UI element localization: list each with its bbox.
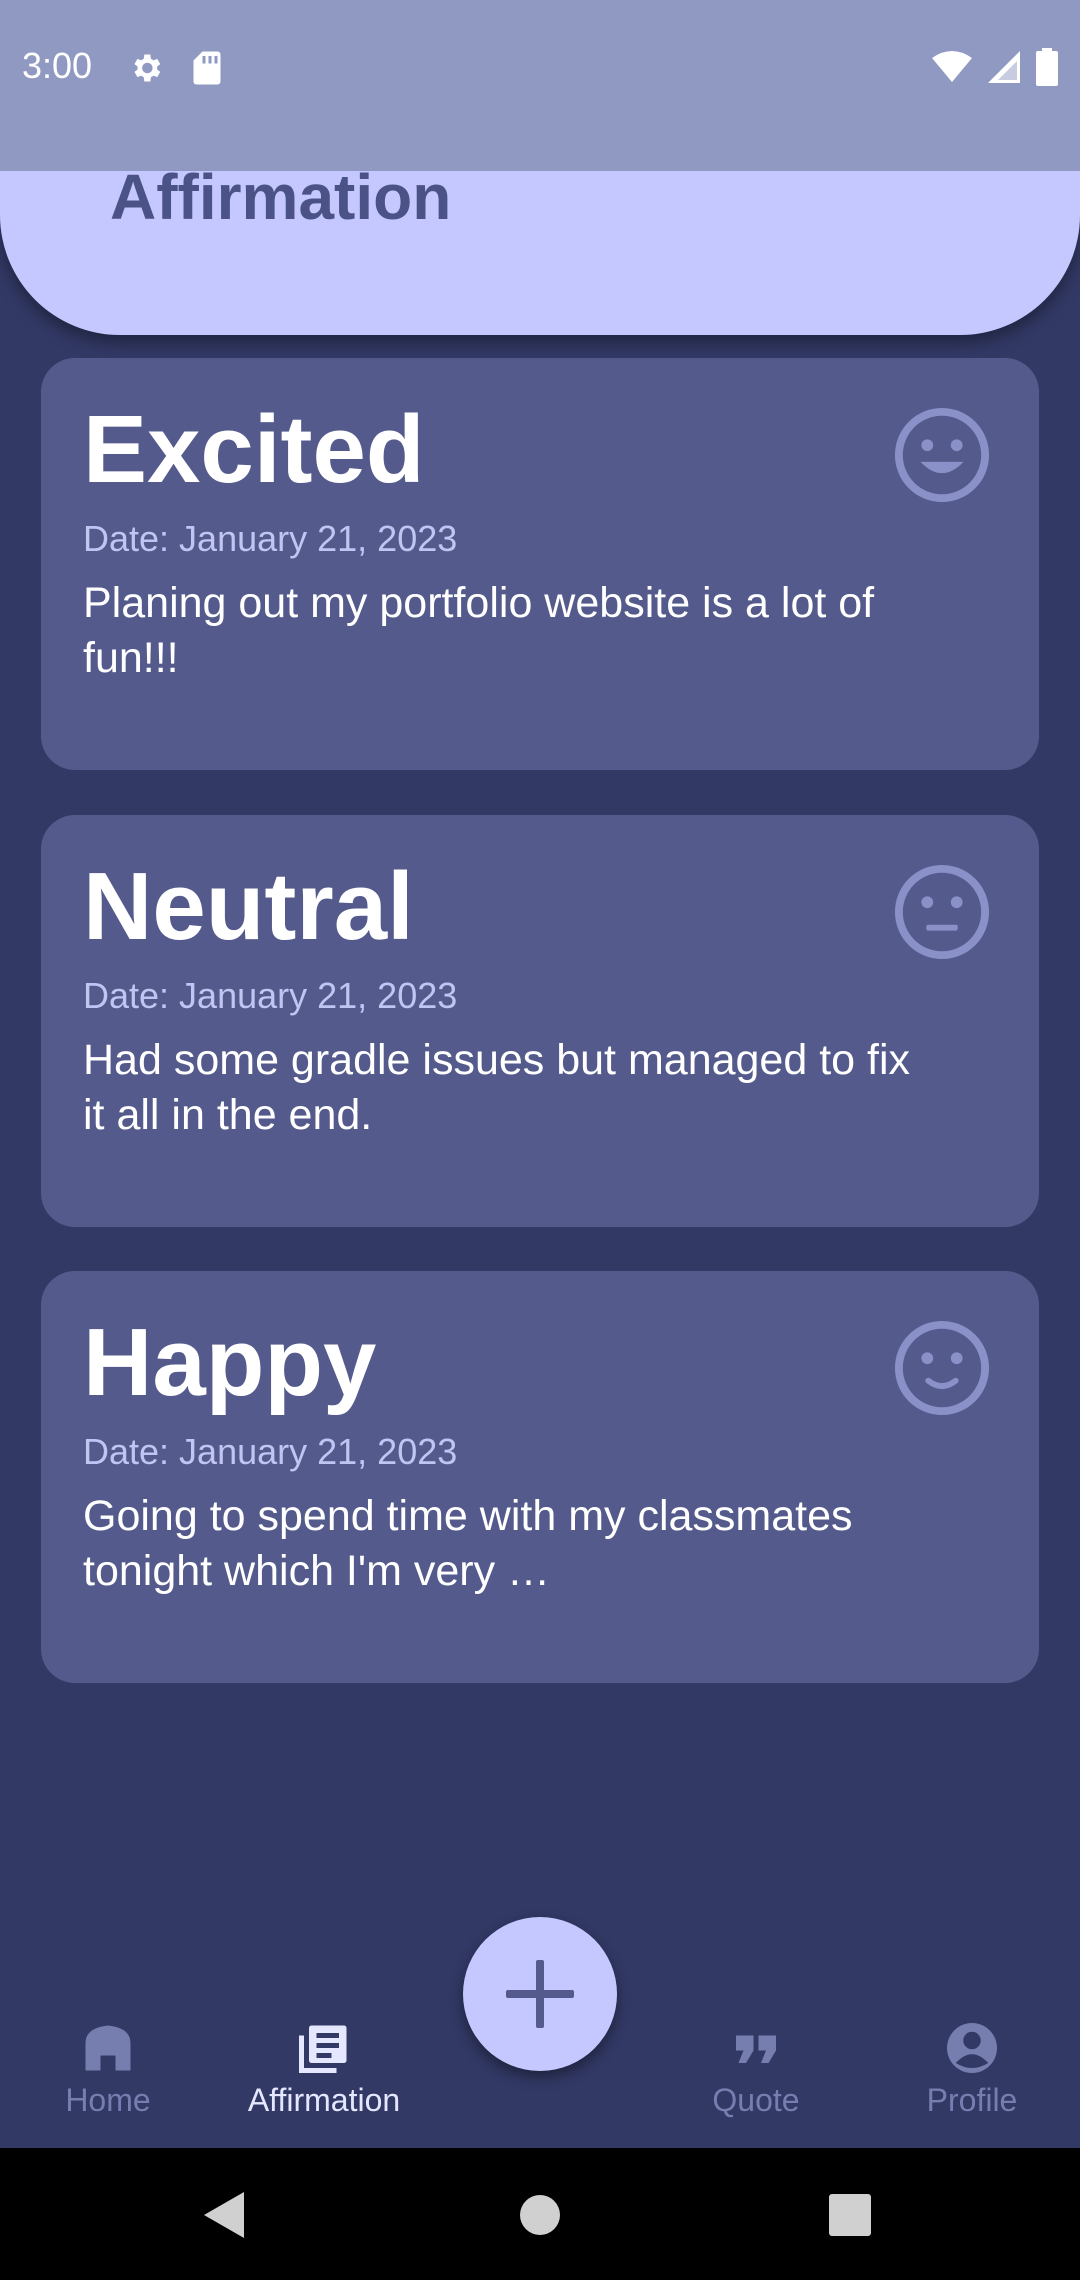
card-text: Planing out my portfolio website is a lo… [83,579,875,682]
back-icon[interactable] [204,2192,248,2238]
nav-label: Affirmation [247,2082,401,2118]
wifi-icon [932,51,972,82]
card-date: Date: January 21, 2023 [83,1431,458,1472]
gear-icon [134,54,161,82]
card-mood: Neutral [83,853,414,960]
card-mood: Happy [83,1309,377,1416]
sd-card-icon [193,51,221,85]
system-nav-bar [0,2148,1080,2280]
profile-icon [947,2023,997,2073]
card-date: Date: January 21, 2023 [83,518,458,559]
nav-label: Profile [926,2082,1018,2118]
quote-icon [736,2035,776,2063]
nav-item-quote[interactable]: Quote [648,1970,864,2148]
status-time: 3:00 [22,45,93,86]
battery-icon [1036,48,1058,86]
nav-label: Home [65,2082,151,2118]
card-text: Going to spend time with my classmates t… [83,1492,853,1595]
affirmation-card[interactable]: Happy Date: January 21, 2023 Going to sp… [41,1271,1039,1683]
affirmation-card[interactable]: Excited Date: January 21, 2023 Planing o… [41,358,1039,770]
plus-icon [506,1960,574,2028]
nav-item-profile[interactable]: Profile [864,1970,1080,2148]
journal-icon [299,2025,347,2073]
status-bar: 3:00 [0,0,1080,171]
recents-icon[interactable] [829,2194,871,2236]
signal-icon [988,51,1020,83]
grinning-face-icon [894,407,990,503]
page-title: Affirmation [110,161,452,233]
home-button-icon[interactable] [519,2194,561,2236]
card-text: Had some gradle issues but managed to fi… [83,1036,911,1139]
affirmation-card[interactable]: Neutral Date: January 21, 2023 Had some … [41,815,1039,1227]
nav-label: Quote [712,2082,800,2118]
add-affirmation-button[interactable] [463,1917,617,2071]
card-date: Date: January 21, 2023 [83,975,458,1016]
smiling-face-icon [894,1320,990,1416]
card-mood: Excited [83,396,425,503]
home-icon [85,2025,131,2071]
neutral-face-icon [894,864,990,960]
nav-item-home[interactable]: Home [0,1970,216,2148]
header-panel: Affirmation [0,160,1080,335]
nav-item-affirmation[interactable]: Affirmation [216,1970,432,2148]
